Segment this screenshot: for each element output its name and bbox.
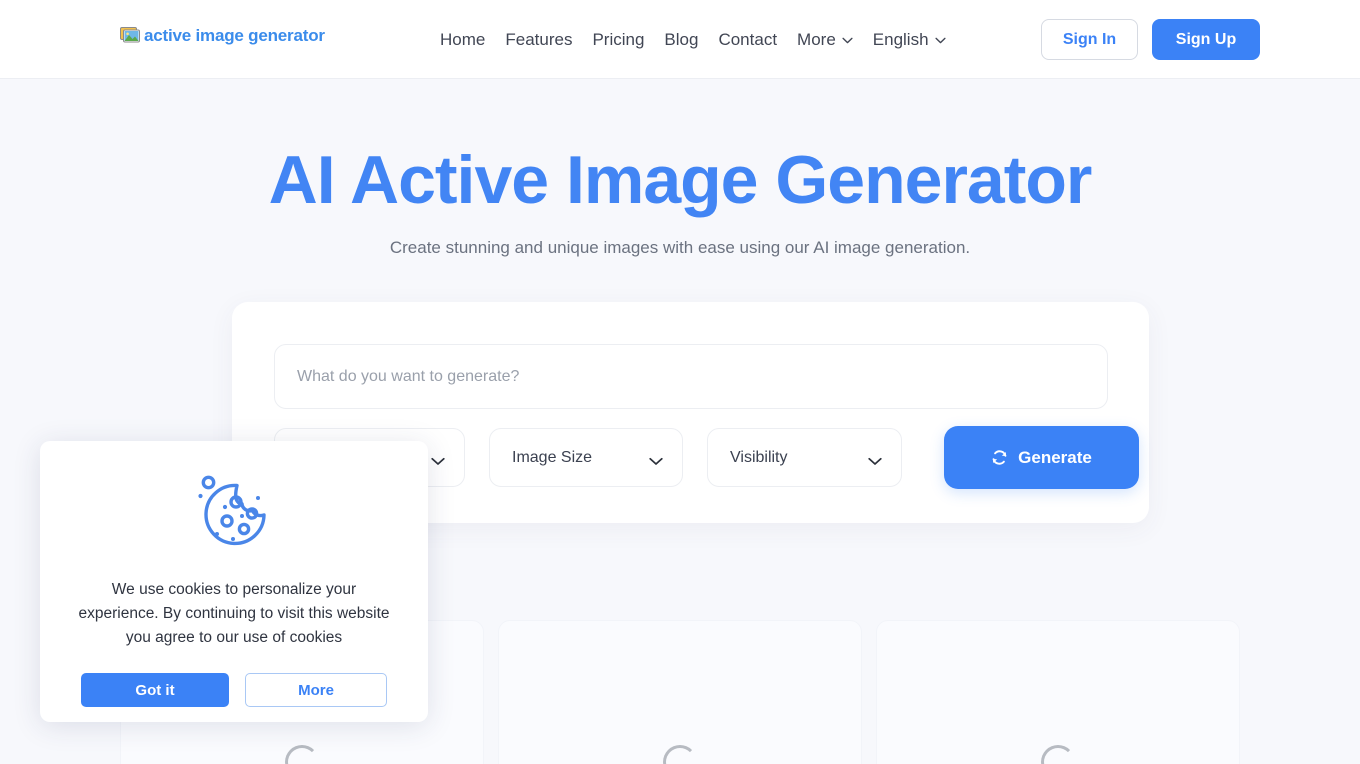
- result-card[interactable]: [498, 620, 862, 764]
- chevron-down-icon: [431, 453, 445, 465]
- image-size-select[interactable]: Image Size: [489, 428, 683, 487]
- nav-label: Contact: [718, 29, 778, 49]
- nav-item-contact[interactable]: Contact: [708, 30, 787, 50]
- nav-label: Features: [505, 29, 573, 49]
- cookie-accept-button[interactable]: Got it: [81, 673, 229, 707]
- chevron-down-icon: [934, 37, 946, 44]
- cookie-message: We use cookies to personalize your exper…: [78, 581, 390, 646]
- hero-section: AI Active Image Generator Create stunnin…: [0, 79, 1360, 258]
- nav-item-features[interactable]: Features: [495, 30, 582, 50]
- loading-spinner-icon: [285, 745, 319, 764]
- prompt-input[interactable]: [274, 344, 1108, 409]
- cookie-more-button[interactable]: More: [245, 673, 387, 707]
- auth-buttons: Sign In Sign Up: [1041, 0, 1260, 79]
- sign-up-button[interactable]: Sign Up: [1152, 19, 1260, 60]
- nav-item-home[interactable]: Home: [440, 30, 495, 50]
- photo-stack-icon: [120, 26, 142, 46]
- loading-spinner-icon: [663, 745, 697, 764]
- nav-item-pricing[interactable]: Pricing: [582, 30, 654, 50]
- chevron-down-icon: [868, 453, 882, 465]
- hero-subtitle: Create stunning and unique images with e…: [389, 238, 971, 258]
- cookie-actions: Got it More: [81, 673, 387, 707]
- logo-text: active image generator: [144, 26, 325, 45]
- nav-label: Home: [440, 29, 486, 49]
- page-title: AI Active Image Generator: [268, 142, 1093, 218]
- loading-spinner-icon: [1041, 745, 1075, 764]
- cookie-icon: [192, 469, 276, 553]
- visibility-select[interactable]: Visibility: [707, 428, 902, 487]
- main-navigation: Home Features Pricing Blog Contact More …: [440, 0, 956, 79]
- chevron-down-icon: [649, 453, 663, 465]
- nav-label: More: [797, 29, 836, 49]
- generate-button-label: Generate: [1018, 447, 1092, 467]
- image-size-select-label: Image Size: [512, 448, 593, 466]
- nav-label: English: [872, 29, 929, 49]
- nav-item-more[interactable]: More: [787, 30, 863, 50]
- generate-button[interactable]: Generate: [944, 426, 1139, 489]
- chevron-down-icon: [842, 37, 853, 44]
- visibility-select-label: Visibility: [730, 448, 788, 466]
- refresh-icon: [991, 449, 1008, 466]
- nav-label: Pricing: [592, 29, 645, 49]
- result-card[interactable]: [876, 620, 1240, 764]
- nav-item-blog[interactable]: Blog: [654, 30, 708, 50]
- site-header: active image generator Home Features Pri…: [0, 0, 1360, 79]
- nav-item-language[interactable]: English: [863, 30, 956, 50]
- cookie-consent-banner: We use cookies to personalize your exper…: [40, 441, 428, 722]
- sign-in-button[interactable]: Sign In: [1041, 19, 1138, 60]
- site-logo[interactable]: active image generator: [120, 26, 325, 46]
- nav-label: Blog: [664, 29, 699, 49]
